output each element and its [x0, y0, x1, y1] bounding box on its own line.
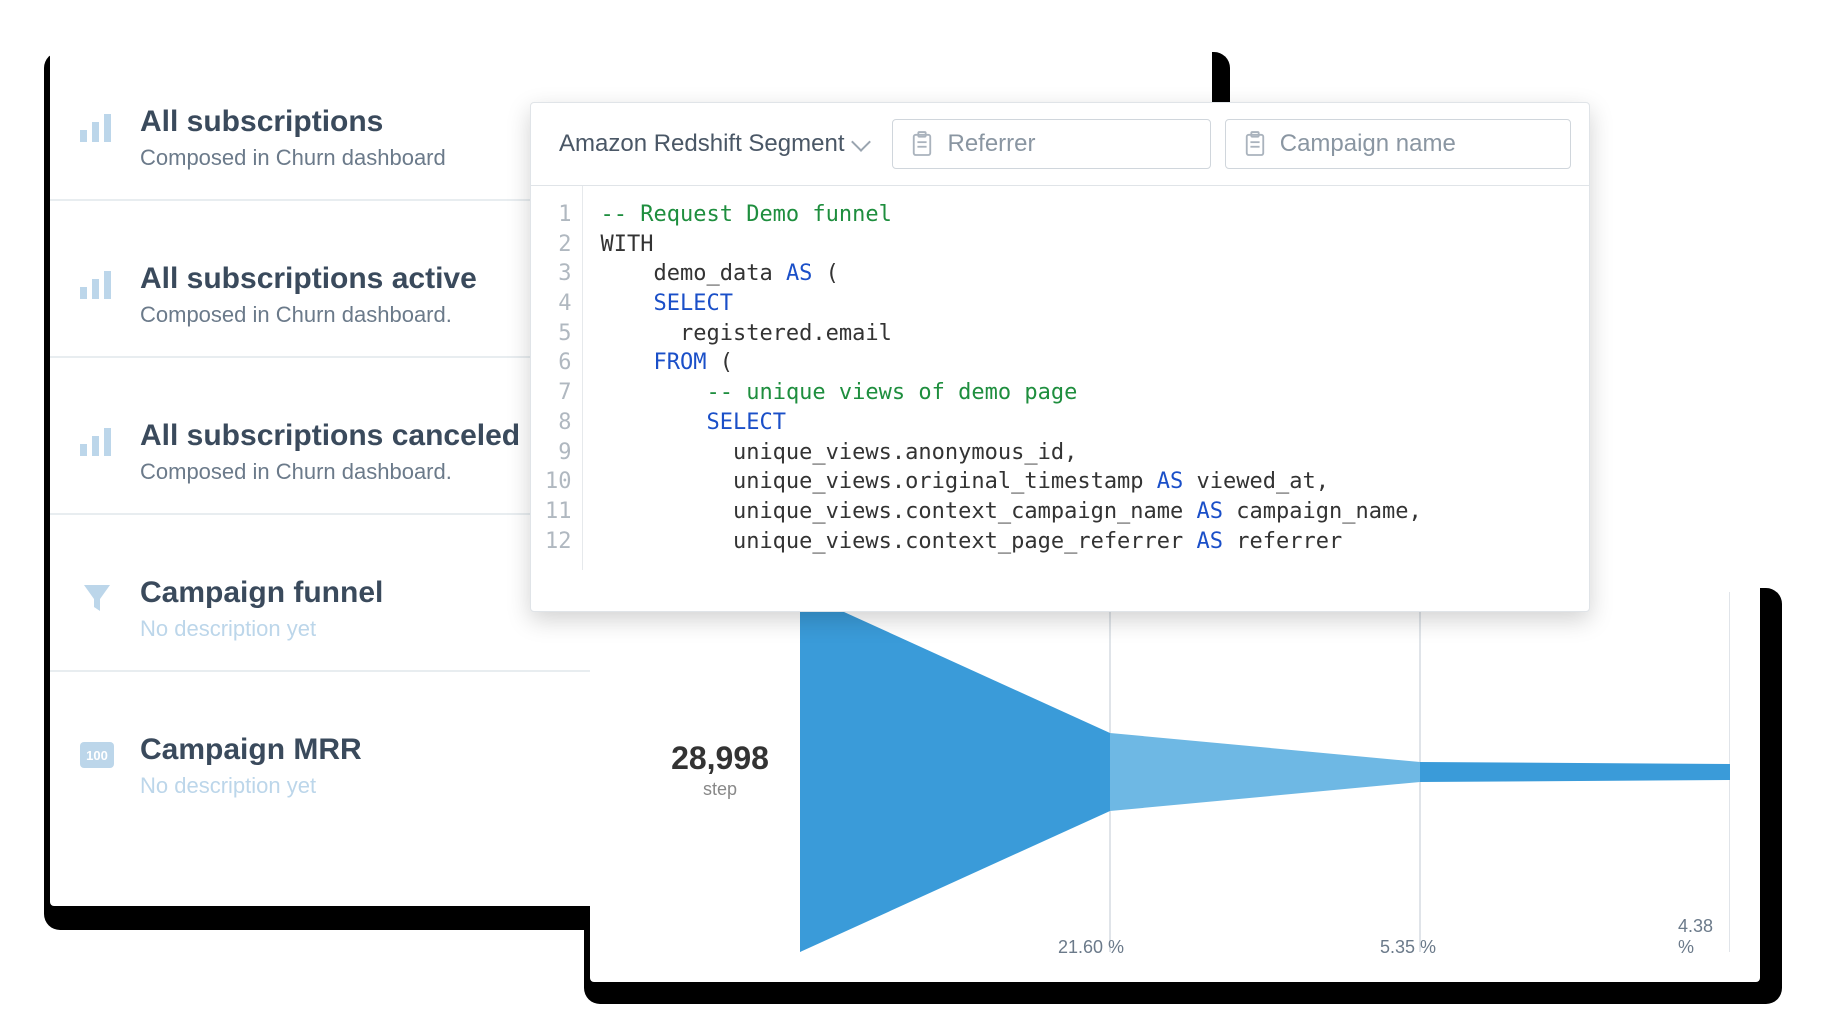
- campaign-input[interactable]: [1280, 130, 1552, 158]
- chevron-down-icon: [852, 132, 872, 152]
- segment-label: Amazon Redshift Segment: [559, 130, 844, 158]
- item-title: All subscriptions active: [140, 259, 477, 298]
- code-editor[interactable]: 123456789101112 -- Request Demo funnel W…: [531, 186, 1589, 570]
- item-title: All subscriptions: [140, 102, 446, 141]
- campaign-input-wrap[interactable]: [1225, 119, 1571, 169]
- funnel-chart-panel: 28,998 step 21.60 % 5.35 % 4.38 %: [590, 572, 1760, 982]
- item-title: Campaign MRR: [140, 730, 362, 769]
- referrer-input-wrap[interactable]: [892, 119, 1210, 169]
- funnel-chart: [800, 592, 1730, 952]
- bar-chart-icon: [78, 265, 116, 303]
- item-subtitle: Composed in Churn dashboard: [140, 145, 446, 171]
- funnel-value: 28,998: [660, 740, 780, 777]
- item-subtitle: No description yet: [140, 773, 362, 799]
- code-body[interactable]: -- Request Demo funnel WITH demo_data AS…: [583, 186, 1440, 570]
- number-badge-icon: 100: [78, 736, 116, 774]
- funnel-step-label: 28,998 step: [660, 740, 780, 800]
- bar-chart-icon: [78, 108, 116, 146]
- editor-header: Amazon Redshift Segment: [531, 103, 1589, 186]
- item-subtitle: No description yet: [140, 616, 383, 642]
- segment-dropdown[interactable]: Amazon Redshift Segment: [549, 119, 878, 169]
- line-gutter: 123456789101112: [531, 186, 583, 570]
- item-title: Campaign funnel: [140, 573, 383, 612]
- funnel-pct-1: 21.60 %: [1058, 937, 1124, 958]
- query-editor-panel: Amazon Redshift Segment 123456789101112 …: [530, 102, 1590, 612]
- clipboard-icon: [1244, 131, 1266, 157]
- item-subtitle: Composed in Churn dashboard.: [140, 302, 477, 328]
- item-subtitle: Composed in Churn dashboard.: [140, 459, 520, 485]
- bar-chart-icon: [78, 422, 116, 460]
- referrer-input[interactable]: [947, 130, 1191, 158]
- funnel-pct-3: 4.38 %: [1678, 916, 1730, 958]
- clipboard-icon: [911, 131, 933, 157]
- funnel-pct-2: 5.35 %: [1380, 937, 1436, 958]
- funnel-icon: [78, 579, 116, 617]
- item-title: All subscriptions canceled: [140, 416, 520, 455]
- funnel-step-text: step: [660, 779, 780, 800]
